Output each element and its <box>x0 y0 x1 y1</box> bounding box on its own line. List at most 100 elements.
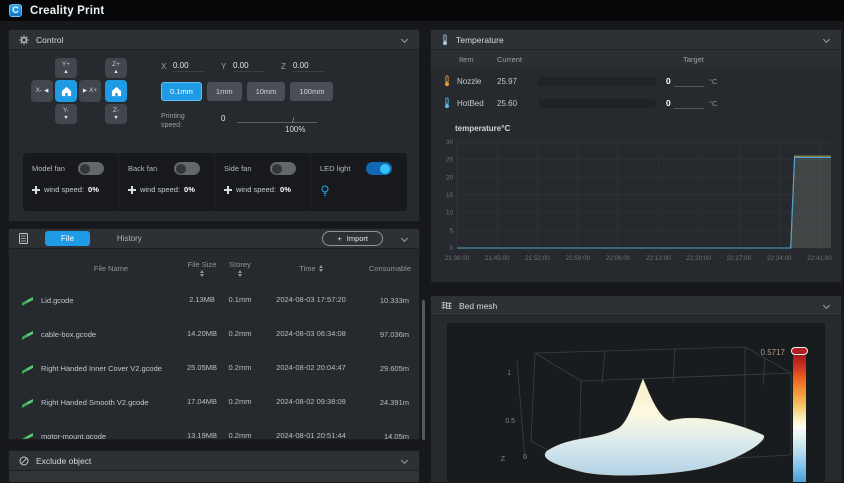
hotbed-target-value[interactable]: 0 <box>666 98 671 108</box>
hotbed-target-input[interactable] <box>674 108 704 109</box>
hotbed-unit: °C <box>709 99 717 108</box>
file-storey: 0.2mm <box>219 431 261 440</box>
exclude-object-header[interactable]: Exclude object <box>9 451 419 471</box>
chevron-down-icon[interactable] <box>401 36 408 43</box>
table-row[interactable]: Right Handed Smooth V2.gcode 17.04MB 0.2… <box>9 385 419 419</box>
bed-mesh-3d-plot[interactable]: 1 0.5 0 Z 0.5717 <box>447 323 825 482</box>
chevron-down-icon[interactable] <box>401 457 408 464</box>
arrow-up-icon: ▲ <box>63 69 68 75</box>
wind-speed-label: wind speed: <box>236 185 276 194</box>
file-time: 2024-08-03 17:57:20 <box>261 295 361 304</box>
svg-text:22:13:00: 22:13:00 <box>646 255 671 262</box>
exclude-object-panel: Exclude object <box>8 450 420 483</box>
jog-y-plus-button[interactable]: Y+▲ <box>55 58 77 78</box>
chevron-down-icon[interactable] <box>823 36 830 43</box>
hotbed-row: HotBed 25.60 0 °C <box>431 92 841 114</box>
side-fan-toggle[interactable] <box>270 162 296 175</box>
jog-y-minus-button[interactable]: Y-▼ <box>55 104 77 124</box>
bed-mesh-surface: 1 0.5 0 Z <box>447 323 827 483</box>
table-row[interactable]: cable-box.gcode 14.20MB 0.2mm 2024-08-03… <box>9 317 419 351</box>
gcode-file-icon <box>22 397 33 408</box>
plus-icon: + <box>337 234 341 243</box>
exclude-object-title: Exclude object <box>36 456 91 466</box>
jog-z-plus-button[interactable]: Z+▲ <box>105 58 127 78</box>
home-xy-button[interactable] <box>55 80 77 102</box>
sort-icon[interactable] <box>200 270 204 277</box>
sort-icon[interactable] <box>319 265 323 272</box>
gcode-file-icon <box>22 431 33 441</box>
wind-speed-value: 0% <box>88 185 99 194</box>
chevron-down-icon[interactable] <box>823 302 830 309</box>
jog-x-minus-button[interactable]: X-◀ <box>31 80 53 102</box>
temperature-chart[interactable]: 05101520253021:38:0021:45:0021:52:0021:5… <box>437 136 837 268</box>
column-storey[interactable]: Storey <box>219 260 261 277</box>
step-100mm-button[interactable]: 100mm <box>290 82 333 101</box>
temperature-table-header: Item Current Target <box>431 50 841 68</box>
file-storey: 0.2mm <box>219 329 261 338</box>
tab-history[interactable]: History <box>117 234 142 243</box>
printing-speed-slider[interactable] <box>237 122 317 123</box>
control-panel-header[interactable]: Control <box>9 30 419 50</box>
colorbar <box>793 351 806 482</box>
column-file-size[interactable]: File Size <box>185 260 219 277</box>
nozzle-target-value[interactable]: 0 <box>666 76 671 86</box>
svg-text:25: 25 <box>446 157 454 164</box>
bed-mesh-icon <box>441 301 452 310</box>
z-coord-label: Z <box>281 62 286 71</box>
thermometer-icon <box>441 34 449 46</box>
back-fan-toggle[interactable] <box>174 162 200 175</box>
arrow-down-icon: ▼ <box>63 115 68 121</box>
step-10mm-button[interactable]: 10mm <box>247 82 286 101</box>
z-coord-value: 0.00 <box>293 61 325 72</box>
svg-text:22:41:00: 22:41:00 <box>807 255 832 262</box>
jog-x-plus-button[interactable]: ▶X+ <box>79 80 101 102</box>
table-row[interactable]: Lid.gcode 2.13MB 0.1mm 2024-08-03 17:57:… <box>9 283 419 317</box>
hotbed-temp-slider[interactable] <box>538 99 656 108</box>
file-storey: 0.2mm <box>219 363 261 372</box>
import-button[interactable]: + Import <box>322 231 383 246</box>
nozzle-temp-slider[interactable] <box>538 77 656 86</box>
side-fan-label: Side fan <box>224 164 262 173</box>
app-title: Creality Print <box>30 5 104 17</box>
table-row[interactable]: Right Handed Inner Cover V2.gcode 25.05M… <box>9 351 419 385</box>
chevron-down-icon[interactable] <box>401 235 408 242</box>
file-name: cable-box.gcode <box>37 330 185 339</box>
scrollbar-thumb[interactable] <box>422 300 425 440</box>
table-row[interactable]: motor-mount.gcode 13.19MB 0.2mm 2024-08-… <box>9 419 419 440</box>
file-size: 14.20MB <box>185 329 219 338</box>
printing-speed-value[interactable]: 0 <box>221 114 225 123</box>
file-storey: 0.1mm <box>219 295 261 304</box>
file-time: 2024-08-01 20:51:44 <box>261 431 361 440</box>
column-time[interactable]: Time <box>261 264 361 273</box>
column-current: Current <box>497 55 522 64</box>
file-size: 2.13MB <box>185 295 219 304</box>
home-z-button[interactable] <box>105 80 127 102</box>
file-size: 25.05MB <box>185 363 219 372</box>
bed-mesh-panel-header: Bed mesh <box>431 296 841 316</box>
svg-text:22:27:00: 22:27:00 <box>727 255 752 262</box>
wind-speed-value: 0% <box>280 185 291 194</box>
led-bulb-icon <box>320 185 330 197</box>
file-time: 2024-08-03 06:34:08 <box>261 329 361 338</box>
gcode-file-icon <box>22 295 33 306</box>
hotbed-current: 25.60 <box>497 99 517 108</box>
led-light-toggle[interactable] <box>366 162 392 175</box>
svg-text:10: 10 <box>446 210 454 217</box>
back-fan-section: Back fan wind speed: 0% <box>119 153 215 211</box>
svg-text:22:06:00: 22:06:00 <box>606 255 631 262</box>
home-icon <box>61 86 72 97</box>
sort-icon[interactable] <box>238 270 242 277</box>
step-0.1mm-button[interactable]: 0.1mm <box>161 82 202 101</box>
nozzle-current: 25.97 <box>497 77 517 86</box>
z-tick-0.5: 0.5 <box>505 418 515 425</box>
model-fan-toggle[interactable] <box>78 162 104 175</box>
tab-file[interactable]: File <box>45 231 90 246</box>
svg-text:21:45:00: 21:45:00 <box>485 255 510 262</box>
nozzle-target-input[interactable] <box>674 86 704 87</box>
svg-text:21:59:00: 21:59:00 <box>566 255 591 262</box>
jog-z-minus-button[interactable]: Z-▼ <box>105 104 127 124</box>
step-1mm-button[interactable]: 1mm <box>207 82 242 101</box>
temperature-panel-title: Temperature <box>456 35 504 45</box>
file-consumable: 97.036m <box>361 330 417 339</box>
creality-logo-icon: C <box>9 4 22 17</box>
